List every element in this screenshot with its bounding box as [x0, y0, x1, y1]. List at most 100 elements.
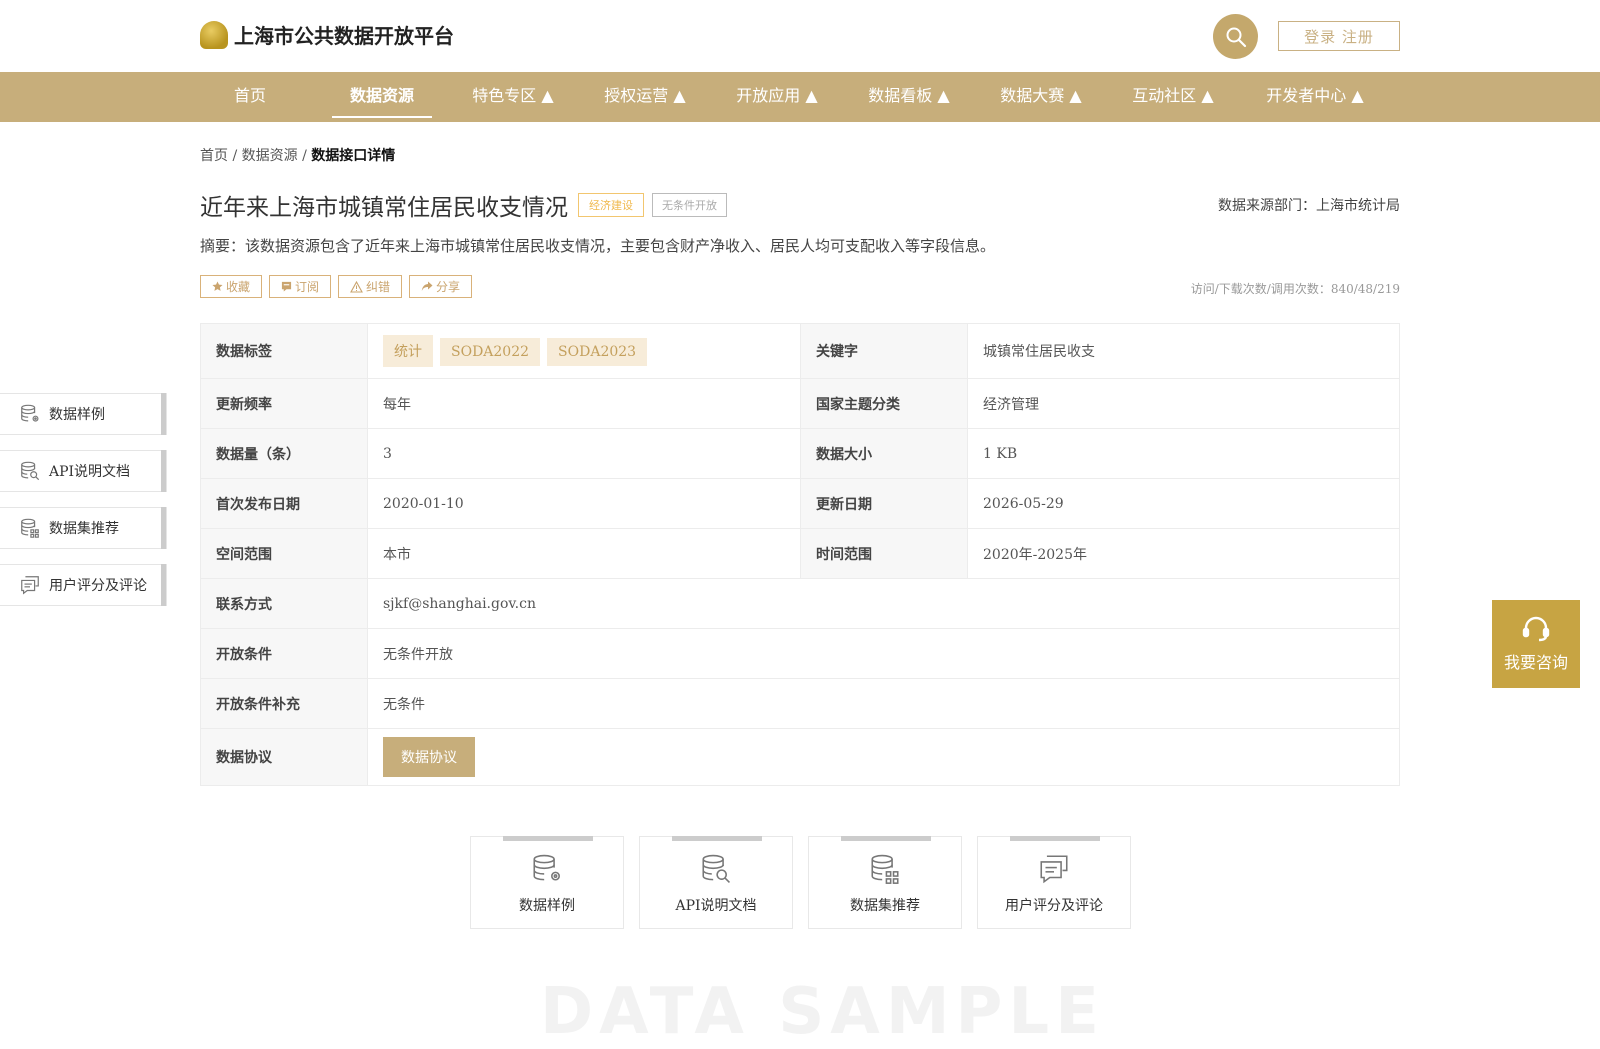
nav-item-authorized-operation[interactable]: 授权运营 ▲ [600, 72, 690, 122]
card-top-bar [841, 836, 931, 841]
database-grid-icon [871, 854, 899, 884]
table-value: 1 KB [967, 428, 1400, 479]
favorite-button[interactable]: 收藏 [200, 275, 263, 298]
table-key: 开放条件 [200, 628, 368, 679]
breadcrumb-data-resources[interactable]: 数据资源 [242, 148, 298, 164]
card-label: 数据集推荐 [850, 898, 920, 914]
table-value: 2020年-2025年 [967, 528, 1400, 579]
card-data-sample[interactable]: 数据样例 [470, 836, 624, 929]
protocol-cell: 数据协议 [367, 728, 1400, 786]
card-label: 用户评分及评论 [1005, 898, 1103, 914]
table-key: 首次发布日期 [200, 478, 368, 529]
site-logo[interactable]: 上海市公共数据开放平台 [200, 20, 454, 49]
data-protocol-button[interactable]: 数据协议 [383, 737, 475, 777]
table-key: 联系方式 [200, 578, 368, 629]
breadcrumb-separator: / [232, 148, 238, 164]
dataset-abstract: 摘要：该数据资源包含了近年来上海市城镇常住居民收支情况，主要包含财产净收入、居民… [200, 237, 996, 255]
keyword-key: 关键字 [800, 323, 968, 379]
favorite-label: 收藏 [226, 280, 251, 294]
table-row: 更新频率 每年 国家主题分类 经济管理 [200, 378, 1400, 429]
card-top-bar [503, 836, 593, 841]
consult-label: 我要咨询 [1503, 653, 1568, 672]
side-nav-api-docs[interactable]: API说明文档 [0, 450, 167, 492]
database-gear-icon [533, 854, 560, 881]
dataset-info-table: 数据标签 统计 SODA2022 SODA2023 关键字 城镇常住居民收支 更新频… [200, 323, 1400, 786]
table-row: 开放条件 无条件开放 [200, 628, 1400, 679]
card-top-bar [1010, 836, 1100, 841]
logo-icon [200, 20, 228, 49]
consult-button[interactable]: 我要咨询 [1492, 600, 1580, 688]
page-title: 近年来上海市城镇常住居民收支情况 [200, 195, 568, 221]
table-value: 2020-01-10 [367, 478, 801, 529]
subscribe-label: 订阅 [295, 280, 320, 294]
site-title: 上海市公共数据开放平台 [234, 24, 454, 48]
table-value: 3 [367, 428, 801, 479]
side-nav-ratings-comments[interactable]: 用户评分及评论 [0, 564, 167, 606]
star-icon [212, 281, 223, 291]
nav-item-special-zone[interactable]: 特色专区 ▲ [468, 72, 558, 122]
search-button[interactable] [1213, 14, 1258, 59]
card-label: 数据样例 [519, 898, 575, 914]
table-key: 数据大小 [800, 428, 968, 479]
table-value: 2026-05-29 [967, 478, 1400, 529]
table-key: 国家主题分类 [800, 378, 968, 429]
report-error-label: 纠错 [366, 280, 391, 294]
table-value: 无条件 [367, 678, 1400, 729]
category-badge: 经济建设 [578, 193, 644, 217]
table-key: 更新频率 [200, 378, 368, 429]
login-register-button[interactable]: 登录 注册 [1278, 21, 1400, 51]
report-error-button[interactable]: 纠错 [338, 275, 403, 298]
nav-item-data-resources[interactable]: 数据资源 [332, 72, 432, 122]
table-key: 空间范围 [200, 528, 368, 579]
data-source-department: 数据来源部门：上海市统计局 [1218, 198, 1400, 214]
dataset-title-row: 近年来上海市城镇常住居民收支情况 经济建设 无条件开放 [200, 188, 727, 222]
card-dataset-recommend[interactable]: 数据集推荐 [808, 836, 962, 929]
table-row: 数据协议 数据协议 [200, 728, 1400, 786]
data-tag-chip[interactable]: SODA2022 [440, 338, 541, 366]
side-nav-dataset-recommend[interactable]: 数据集推荐 [0, 507, 167, 549]
table-row: 开放条件补充 无条件 [200, 678, 1400, 729]
action-bar: 收藏 订阅 纠错 分享 [200, 275, 473, 298]
breadcrumb-separator: / [302, 148, 307, 164]
data-tag-chip[interactable]: SODA2023 [547, 338, 648, 366]
breadcrumb-home[interactable]: 首页 [200, 148, 228, 164]
share-icon [421, 281, 433, 291]
table-value: 无条件开放 [367, 628, 1400, 679]
side-nav-data-sample[interactable]: 数据样例 [0, 393, 167, 435]
visit-stats: 访问/下载次数/调用次数：840/48/219 [1190, 282, 1400, 296]
side-nav-label: 数据集推荐 [49, 521, 119, 537]
card-label: API说明文档 [675, 898, 757, 914]
nav-item-data-contest[interactable]: 数据大赛 ▲ [996, 72, 1086, 122]
data-tag-chip[interactable]: 统计 [383, 335, 433, 367]
side-nav-label: 数据样例 [49, 407, 105, 423]
warning-icon [350, 280, 363, 293]
section-watermark: DATA SAMPLE [540, 975, 1105, 1049]
table-key: 更新日期 [800, 478, 968, 529]
nav-item-data-dashboard[interactable]: 数据看板 ▲ [864, 72, 954, 122]
share-button[interactable]: 分享 [409, 275, 473, 298]
side-nav-label: API说明文档 [49, 464, 131, 480]
headset-icon [1522, 616, 1550, 642]
nav-item-community[interactable]: 互动社区 ▲ [1128, 72, 1218, 122]
nav-item-developer-center[interactable]: 开发者中心 ▲ [1262, 72, 1368, 122]
card-api-docs[interactable]: API说明文档 [639, 836, 793, 929]
subscribe-button[interactable]: 订阅 [269, 275, 332, 298]
breadcrumb-current: 数据接口详情 [311, 148, 396, 164]
contact-email: sjkf@shanghai.gov.cn [367, 578, 1400, 629]
search-icon [1226, 27, 1246, 47]
database-grid-icon [21, 518, 39, 538]
side-nav-label: 用户评分及评论 [49, 578, 147, 594]
table-key: 数据量（条） [200, 428, 368, 479]
main-nav: 首页 数据资源 特色专区 ▲ 授权运营 ▲ 开放应用 ▲ 数据看板 ▲ 数据大赛… [0, 72, 1600, 122]
database-gear-icon [21, 404, 39, 422]
table-row: 联系方式 sjkf@shanghai.gov.cn [200, 578, 1400, 629]
open-status-badge: 无条件开放 [652, 193, 727, 217]
nav-item-home[interactable]: 首页 [220, 72, 280, 122]
table-row: 首次发布日期 2020-01-10 更新日期 2026-05-29 [200, 478, 1400, 529]
breadcrumb: 首页 / 数据资源 / 数据接口详情 [200, 145, 395, 165]
nav-item-open-apps[interactable]: 开放应用 ▲ [732, 72, 822, 122]
share-label: 分享 [436, 280, 461, 294]
tags-cell: 统计 SODA2022 SODA2023 [367, 323, 801, 379]
card-ratings-comments[interactable]: 用户评分及评论 [977, 836, 1131, 929]
protocol-key: 数据协议 [200, 728, 368, 786]
